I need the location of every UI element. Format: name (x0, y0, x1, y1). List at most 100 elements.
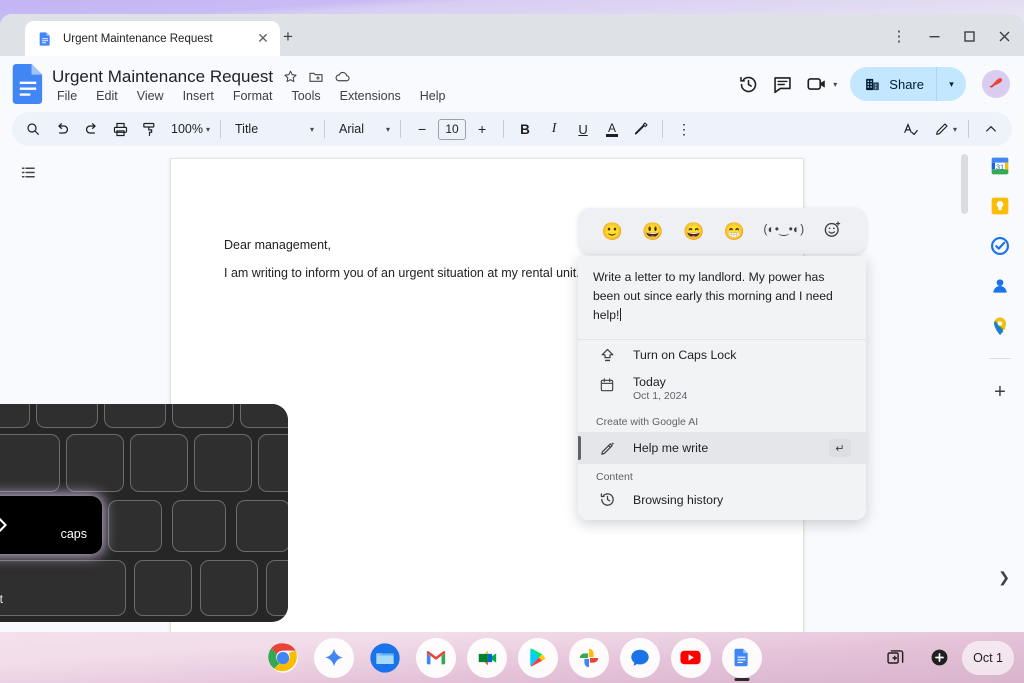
share-dropdown-button[interactable]: ▾ (936, 67, 966, 101)
status-circle-icon[interactable] (919, 641, 960, 675)
play-store-icon[interactable] (518, 638, 558, 678)
letter-key[interactable] (194, 434, 252, 492)
text-color-button[interactable]: A (599, 116, 625, 142)
smiley-emoji[interactable]: 🙂 (592, 223, 633, 240)
letter-key[interactable] (172, 500, 226, 552)
google-photos-icon[interactable] (569, 638, 609, 678)
search-icon[interactable] (20, 116, 46, 142)
spellcheck-icon[interactable] (898, 116, 924, 142)
font-size-decrease-button[interactable]: − (409, 116, 435, 142)
letter-key[interactable] (200, 560, 258, 616)
suggestion-item-caps-lock[interactable]: Turn on Caps Lock (578, 340, 866, 370)
browser-menu-icon[interactable]: ⋮ (883, 22, 915, 50)
new-tab-button[interactable]: + (275, 24, 301, 50)
google-docs-logo[interactable] (12, 64, 44, 104)
paint-format-icon[interactable] (136, 116, 162, 142)
suggestion-item-help-me-write[interactable]: Help me write ↵ (578, 432, 866, 464)
letter-key[interactable] (236, 500, 288, 552)
menu-extensions[interactable]: Extensions (337, 88, 404, 104)
number-key[interactable] (172, 404, 234, 428)
suggestion-label: Turn on Caps Lock (633, 348, 736, 362)
kaomoji[interactable]: (◐•‿•◐) (755, 225, 814, 237)
smiling-eyes-emoji[interactable]: 😄 (673, 223, 714, 240)
google-contacts-icon[interactable] (990, 276, 1010, 296)
number-key[interactable] (36, 404, 98, 428)
font-size-increase-button[interactable]: + (469, 116, 495, 142)
menu-help[interactable]: Help (417, 88, 449, 104)
gmail-icon[interactable] (416, 638, 456, 678)
video-camera-icon[interactable]: ▾ (806, 73, 837, 95)
tab-key[interactable]: tab (0, 434, 60, 492)
number-key[interactable] (240, 404, 288, 428)
letter-key[interactable] (266, 560, 288, 616)
chevron-down-icon[interactable]: ▾ (833, 80, 837, 89)
chevron-up-icon[interactable] (978, 116, 1004, 142)
editing-mode-selector[interactable]: ▾ (928, 116, 959, 142)
menu-format[interactable]: Format (230, 88, 276, 104)
google-docs-icon[interactable] (722, 638, 762, 678)
google-meet-icon[interactable] (467, 638, 507, 678)
print-icon[interactable] (107, 116, 133, 142)
letter-key[interactable] (258, 434, 288, 492)
shelf-app-list (263, 638, 762, 678)
italic-button[interactable]: I (541, 116, 567, 142)
share-button[interactable]: Share (850, 67, 936, 101)
letter-key[interactable] (134, 560, 192, 616)
version-history-icon[interactable] (738, 74, 759, 95)
highlight-pen-icon[interactable] (628, 116, 654, 142)
letter-key[interactable] (66, 434, 124, 492)
menu-insert[interactable]: Insert (180, 88, 217, 104)
youtube-icon[interactable] (671, 638, 711, 678)
suggestion-item-today[interactable]: Today Oct 1, 2024 (578, 370, 866, 409)
files-icon[interactable] (365, 638, 405, 678)
google-messages-icon[interactable] (620, 638, 660, 678)
suggestion-item-browsing-history[interactable]: Browsing history (578, 487, 866, 520)
gemini-icon[interactable] (314, 638, 354, 678)
move-to-folder-icon[interactable] (308, 69, 324, 85)
letter-key[interactable] (130, 434, 188, 492)
document-title[interactable]: Urgent Maintenance Request (52, 67, 273, 87)
document-outline-icon[interactable] (20, 164, 37, 186)
close-icon[interactable]: ✕ (254, 30, 272, 48)
query-input-box[interactable]: Write a letter to my landlord. My power … (578, 256, 866, 340)
google-tasks-icon[interactable] (990, 236, 1010, 256)
menu-view[interactable]: View (134, 88, 167, 104)
user-avatar[interactable] (982, 70, 1010, 98)
menu-edit[interactable]: Edit (93, 88, 121, 104)
section-header-content: Content (578, 464, 866, 487)
chrome-icon[interactable] (263, 638, 303, 678)
underline-button[interactable]: U (570, 116, 596, 142)
font-selector[interactable]: Arial ▾ (333, 116, 392, 142)
undo-icon[interactable] (49, 116, 75, 142)
browser-tab[interactable]: Urgent Maintenance Request ✕ (25, 21, 280, 56)
minimize-icon[interactable] (918, 22, 950, 50)
add-side-panel-app-button[interactable]: + (994, 381, 1006, 404)
window-overview-icon[interactable] (875, 641, 917, 675)
cloud-saved-icon[interactable] (334, 68, 351, 85)
shift-key[interactable]: shift (0, 560, 126, 616)
redo-icon[interactable] (78, 116, 104, 142)
google-maps-icon[interactable] (990, 316, 1010, 336)
comment-icon[interactable] (772, 74, 793, 95)
star-icon[interactable] (283, 69, 298, 84)
emoji-picker-icon[interactable] (813, 220, 852, 242)
caps-lock-key[interactable]: caps (0, 498, 100, 552)
paragraph-style-selector[interactable]: Title ▾ (229, 116, 316, 142)
font-size-input[interactable]: 10 (438, 119, 466, 140)
menu-tools[interactable]: Tools (288, 88, 323, 104)
date-tray-button[interactable]: Oct 1 (962, 641, 1014, 675)
close-icon[interactable] (988, 22, 1020, 50)
zoom-selector[interactable]: 100% ▾ (165, 116, 212, 142)
grinning-emoji[interactable]: 😃 (633, 223, 674, 240)
bold-button[interactable]: B (512, 116, 538, 142)
maximize-icon[interactable] (953, 22, 985, 50)
vertical-scrollbar[interactable] (961, 154, 968, 214)
menu-file[interactable]: File (54, 88, 80, 104)
more-options-button[interactable]: ⋮ (671, 116, 697, 142)
google-calendar-icon[interactable]: 31 (990, 156, 1010, 176)
number-key[interactable] (104, 404, 166, 428)
number-key[interactable] (0, 404, 30, 428)
grin-emoji[interactable]: 😁 (714, 223, 755, 240)
letter-key[interactable] (108, 500, 162, 552)
google-keep-icon[interactable] (990, 196, 1010, 216)
